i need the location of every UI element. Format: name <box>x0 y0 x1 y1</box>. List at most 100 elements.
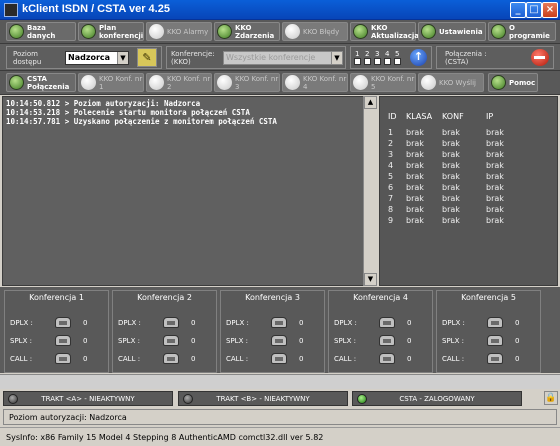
minimize-button[interactable]: _ <box>510 2 526 18</box>
conference-select[interactable]: Wszystkie konferencje ▼ <box>223 51 343 65</box>
phone-icon <box>271 317 287 328</box>
kko-errors-label: KKO Błędy <box>303 27 340 36</box>
settings-icon <box>421 24 436 39</box>
key-icon[interactable]: ✎ <box>137 48 157 67</box>
conference-icon <box>81 75 96 90</box>
phone-icon <box>487 335 503 346</box>
conf-checkbox-4[interactable] <box>384 58 391 65</box>
log-scrollbar[interactable]: ▲ ▼ <box>363 96 377 286</box>
scroll-up-icon[interactable]: ▲ <box>364 96 377 109</box>
database-label: Baza danych <box>27 23 56 40</box>
dplx-label: DPLX : <box>442 319 465 327</box>
phone-icon <box>271 353 287 364</box>
chevron-down-icon: ▼ <box>117 52 128 64</box>
call-count: 0 <box>83 355 88 363</box>
connections-icon <box>9 75 24 90</box>
table-cell: brak <box>442 183 460 192</box>
stop-icon[interactable] <box>531 49 549 66</box>
splx-count: 0 <box>407 337 412 345</box>
kko-events-button[interactable]: KKO Zdarzenia <box>214 22 280 41</box>
conf-checkbox-2[interactable] <box>364 58 371 65</box>
kko-update-button[interactable]: KKO Aktualizacja <box>350 22 419 41</box>
tab-conf-3[interactable]: KKO Konf. nr 3 <box>214 73 280 92</box>
column-header: KLASA <box>406 112 433 121</box>
call-count: 0 <box>299 355 304 363</box>
tab-conf-2[interactable]: KKO Konf. nr 2 <box>146 73 212 92</box>
call-label: CALL : <box>10 355 33 363</box>
log-entry: 10:14:53.218 > Polecenie startu monitora… <box>6 108 250 117</box>
phone-icon <box>379 353 395 364</box>
tab-send[interactable]: KKO Wyślij <box>418 73 484 92</box>
table-cell: brak <box>486 128 504 137</box>
phone-icon <box>487 317 503 328</box>
table-cell: 9 <box>388 216 394 225</box>
maximize-button[interactable]: □ <box>526 2 542 18</box>
conference-icon <box>217 75 232 90</box>
kko-errors-button[interactable]: KKO Błędy <box>282 22 348 41</box>
close-button[interactable]: × <box>542 2 558 18</box>
trunk-a-label: TRAKT <A> - NIEAKTYWNY <box>41 395 135 403</box>
conference-title: Konferencja 5 <box>461 293 516 302</box>
conference-plan-button[interactable]: Plan konferencji <box>78 22 144 41</box>
dplx-count: 0 <box>299 319 304 327</box>
access-toolbar: Poziom dostępu Nadzorca ▼ ✎ Konferencje:… <box>0 44 560 71</box>
splx-count: 0 <box>515 337 520 345</box>
table-cell: brak <box>442 205 460 214</box>
access-level-label: Poziom dostępu <box>13 50 42 66</box>
conf-checkbox-3[interactable] <box>374 58 381 65</box>
phone-icon <box>55 335 71 346</box>
conf-number-2: 2 <box>365 50 370 58</box>
trunk-b-status: TRAKT <B> - NIEAKTYWNY <box>178 391 348 406</box>
table-cell: brak <box>442 194 460 203</box>
main-toolbar: Baza danych Plan konferencji KKO Alarmy … <box>0 20 560 44</box>
call-count: 0 <box>191 355 196 363</box>
table-cell: 2 <box>388 139 394 148</box>
splx-label: SPLX : <box>118 337 140 345</box>
dplx-label: DPLX : <box>118 319 141 327</box>
tabs-toolbar: CSTA Połączenia KKO Konf. nr 1 KKO Konf.… <box>0 71 560 95</box>
settings-button[interactable]: Ustawienia <box>418 22 486 41</box>
lock-icon[interactable]: 🔒 <box>544 391 558 405</box>
splx-count: 0 <box>83 337 88 345</box>
call-label: CALL : <box>226 355 249 363</box>
conference-title: Konferencja 4 <box>353 293 408 302</box>
kko-alarms-button[interactable]: KKO Alarmy <box>146 22 212 41</box>
conf-checkbox-1[interactable] <box>354 58 361 65</box>
table-cell: brak <box>442 139 460 148</box>
conf-checkbox-5[interactable] <box>394 58 401 65</box>
table-cell: brak <box>486 216 504 225</box>
scroll-down-icon[interactable]: ▼ <box>364 273 377 286</box>
kko-update-label: KKO Aktualizacja <box>371 23 419 40</box>
trunk-a-status: TRAKT <A> - NIEAKTYWNY <box>3 391 173 406</box>
tab-csta-connections[interactable]: CSTA Połączenia <box>6 73 76 92</box>
about-button[interactable]: O programie <box>488 22 556 41</box>
dplx-count: 0 <box>83 319 88 327</box>
table-cell: 4 <box>388 161 394 170</box>
arrow-up-icon[interactable]: ↑ <box>410 49 427 66</box>
conference-panel-1: Konferencja 1 DPLX : 0 SPLX : 0 CALL : 0 <box>4 290 109 373</box>
plan-icon <box>81 24 96 39</box>
table-cell: brak <box>486 205 504 214</box>
database-icon <box>9 24 24 39</box>
conference-panel-4: Konferencja 4 DPLX : 0 SPLX : 0 CALL : 0 <box>328 290 433 373</box>
tab-label: KKO Wyślij <box>439 78 476 87</box>
conference-panel-5: Konferencja 5 DPLX : 0 SPLX : 0 CALL : 0 <box>436 290 541 373</box>
conference-title: Konferencja 2 <box>137 293 192 302</box>
help-button[interactable]: Pomoc <box>488 73 538 92</box>
tab-conf-4[interactable]: KKO Konf. nr 4 <box>282 73 348 92</box>
dplx-count: 0 <box>515 319 520 327</box>
table-cell: brak <box>406 150 424 159</box>
tab-conf-1[interactable]: KKO Konf. nr 1 <box>78 73 144 92</box>
table-cell: brak <box>442 150 460 159</box>
conference-panel-2: Konferencja 2 DPLX : 0 SPLX : 0 CALL : 0 <box>112 290 217 373</box>
database-button[interactable]: Baza danych <box>6 22 76 41</box>
tab-conf-5[interactable]: KKO Konf. nr 5 <box>350 73 416 92</box>
access-level-select[interactable]: Nadzorca ▼ <box>65 51 129 65</box>
call-label: CALL : <box>442 355 465 363</box>
phone-icon <box>379 317 395 328</box>
conference-icon <box>353 75 368 90</box>
event-log[interactable]: 10:14:50.812 > Poziom autoryzacji: Nadzo… <box>2 96 376 286</box>
conference-panel-3: Konferencja 3 DPLX : 0 SPLX : 0 CALL : 0 <box>220 290 325 373</box>
trunk-b-label: TRAKT <B> - NIEAKTYWNY <box>216 395 310 403</box>
splx-label: SPLX : <box>442 337 464 345</box>
